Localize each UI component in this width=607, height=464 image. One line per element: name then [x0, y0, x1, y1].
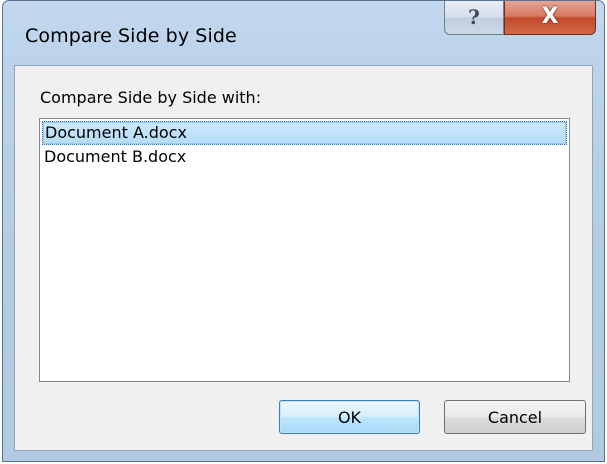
dialog-window: Compare Side by Side ? X Compare Side by… [2, 0, 605, 462]
list-item-document-b[interactable]: Document B.docx [42, 146, 567, 170]
list-item-document-a[interactable]: Document A.docx [42, 121, 567, 145]
list-label: Compare Side by Side with: [40, 88, 262, 107]
ok-button[interactable]: OK [279, 400, 420, 434]
title-bar[interactable]: Compare Side by Side ? X [3, 1, 604, 65]
window-title: Compare Side by Side [25, 25, 237, 47]
close-button[interactable]: X [504, 1, 596, 35]
document-listbox[interactable]: Document A.docx Document B.docx [39, 118, 570, 382]
cancel-button[interactable]: Cancel [444, 400, 586, 434]
help-button[interactable]: ? [444, 1, 504, 35]
close-icon: X [541, 4, 559, 29]
dialog-body: Compare Side by Side with: Document A.do… [14, 65, 593, 451]
help-icon: ? [468, 4, 480, 29]
